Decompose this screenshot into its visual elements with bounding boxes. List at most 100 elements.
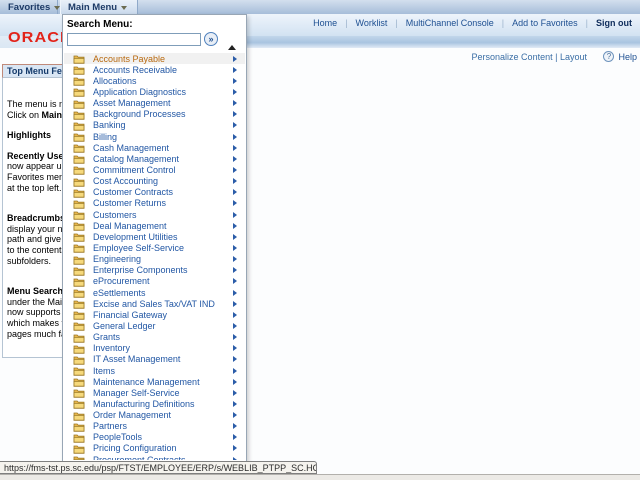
chevron-right-icon [233, 434, 237, 441]
menu-item[interactable]: Excise and Sales Tax/VAT IND [64, 298, 245, 309]
header-link[interactable]: MultiChannel Console [387, 18, 494, 28]
search-submit-button[interactable]: » [204, 32, 218, 46]
folder-icon [73, 356, 85, 365]
menu-item[interactable]: Manufacturing Definitions [64, 398, 245, 410]
chevron-right-icon [233, 345, 237, 352]
menu-item-label: Banking [93, 120, 126, 131]
chevron-right-icon [233, 423, 237, 430]
chevron-right-icon [233, 166, 237, 173]
folder-icon [73, 389, 85, 398]
folder-icon [73, 423, 85, 432]
menu-item[interactable]: Commitment Control [64, 164, 245, 176]
menu-item-label: Manager Self-Service [93, 387, 180, 398]
menu-item[interactable]: Cash Management [64, 142, 245, 153]
menu-item[interactable]: Inventory [64, 343, 245, 354]
main-menu-label: Main Menu [68, 1, 118, 13]
header-link[interactable]: Sign out [578, 18, 632, 28]
menu-item[interactable]: Accounts Receivable [64, 64, 245, 75]
chevron-right-icon [233, 278, 237, 285]
menu-item[interactable]: Engineering [64, 254, 245, 265]
menu-item[interactable]: Employee Self-Service [64, 242, 245, 254]
folder-icon [73, 256, 85, 265]
menu-item[interactable]: eSettlements [64, 287, 245, 298]
chevron-right-icon [233, 322, 237, 329]
header-links: Home Worklist MultiChannel Console Add t… [313, 18, 632, 28]
chevron-right-icon [233, 144, 237, 151]
menu-item[interactable]: Allocations [64, 75, 245, 86]
menu-item[interactable]: Customer Returns [64, 198, 245, 209]
folder-icon [73, 434, 85, 443]
header-link[interactable]: Worklist [337, 18, 388, 28]
menu-item[interactable]: IT Asset Management [64, 354, 245, 365]
menu-item[interactable]: Items [64, 365, 245, 376]
header-link[interactable]: Home [313, 18, 337, 28]
menu-item[interactable]: Background Processes [64, 109, 245, 120]
menu-item-label: Development Utilities [93, 231, 178, 242]
menu-item[interactable]: Order Management [64, 410, 245, 421]
favorites-menu-tab[interactable]: Favorites [0, 0, 61, 14]
menu-item-label: Deal Management [93, 220, 167, 231]
chevron-right-icon [233, 178, 237, 185]
menu-item[interactable]: Financial Gateway [64, 309, 245, 320]
layout-link[interactable]: Layout [560, 52, 587, 62]
chevron-right-icon [233, 300, 237, 307]
chevron-right-icon [233, 111, 237, 118]
menu-item-label: Grants [93, 332, 121, 343]
menu-item[interactable]: Enterprise Components [64, 265, 245, 276]
menu-item-label: Application Diagnostics [93, 86, 187, 97]
menu-item[interactable]: Application Diagnostics [64, 86, 245, 98]
menu-item[interactable]: Catalog Management [64, 153, 245, 164]
menu-item[interactable]: Partners [64, 421, 245, 432]
menu-item[interactable]: Maintenance Management [64, 376, 245, 387]
chevron-right-icon [233, 100, 237, 107]
folder-icon [73, 211, 85, 220]
menu-item-label: Accounts Receivable [93, 64, 178, 75]
main-menu-dropdown: Search Menu: » Accounts Payable Accounts… [62, 14, 247, 462]
chevron-right-icon [233, 66, 237, 73]
folder-icon [73, 245, 85, 254]
chevron-right-icon [233, 244, 237, 251]
menu-item[interactable]: Grants [64, 332, 245, 343]
help-link[interactable]: ? Help [603, 51, 637, 62]
folder-icon [73, 367, 85, 376]
menu-item[interactable]: Development Utilities [64, 231, 245, 242]
chevron-right-icon [233, 189, 237, 196]
menu-item-label: Cost Accounting [93, 176, 159, 187]
menu-search-input[interactable] [67, 32, 201, 46]
menu-item[interactable]: Accounts Payable [64, 53, 245, 65]
chevron-down-icon [121, 6, 128, 10]
folder-icon [73, 334, 85, 343]
menu-item[interactable]: Cost Accounting [64, 176, 245, 187]
menu-item[interactable]: Customers [64, 209, 245, 220]
menu-item[interactable]: eProcurement [64, 276, 245, 287]
menu-item[interactable]: Billing [64, 131, 245, 142]
help-label: Help [618, 51, 637, 62]
menu-item-label: Employee Self-Service [93, 242, 185, 253]
scroll-up-icon[interactable] [228, 45, 236, 50]
chevron-right-icon [233, 378, 237, 385]
menu-item-label: Enterprise Components [93, 265, 188, 276]
chevron-right-icon [233, 233, 237, 240]
menu-item[interactable]: Pricing Configuration [64, 443, 245, 454]
main-menu-tab[interactable]: Main Menu [60, 0, 138, 14]
chevron-right-icon [233, 122, 237, 129]
menu-item-label: eProcurement [93, 276, 150, 287]
chevron-right-icon [233, 222, 237, 229]
chevron-right-icon [233, 445, 237, 452]
menu-item-label: General Ledger [93, 320, 156, 331]
header-link[interactable]: Add to Favorites [494, 18, 578, 28]
folder-icon [73, 300, 85, 309]
menu-item[interactable]: Deal Management [64, 220, 245, 231]
menu-item[interactable]: Asset Management [64, 98, 245, 109]
menu-item[interactable]: General Ledger [64, 320, 245, 332]
chevron-right-icon [233, 267, 237, 274]
folder-icon [73, 189, 85, 198]
top-menu-bar: Favorites Main Menu [0, 0, 640, 14]
menu-item[interactable]: Manager Self-Service [64, 387, 245, 398]
menu-item[interactable]: PeopleTools [64, 432, 245, 443]
chevron-right-icon [233, 55, 237, 62]
menu-item[interactable]: Banking [64, 120, 245, 131]
menu-item[interactable]: Customer Contracts [64, 187, 245, 198]
menu-item[interactable]: Procurement Contracts [64, 454, 245, 460]
personalize-content-link[interactable]: Personalize Content [472, 52, 553, 62]
